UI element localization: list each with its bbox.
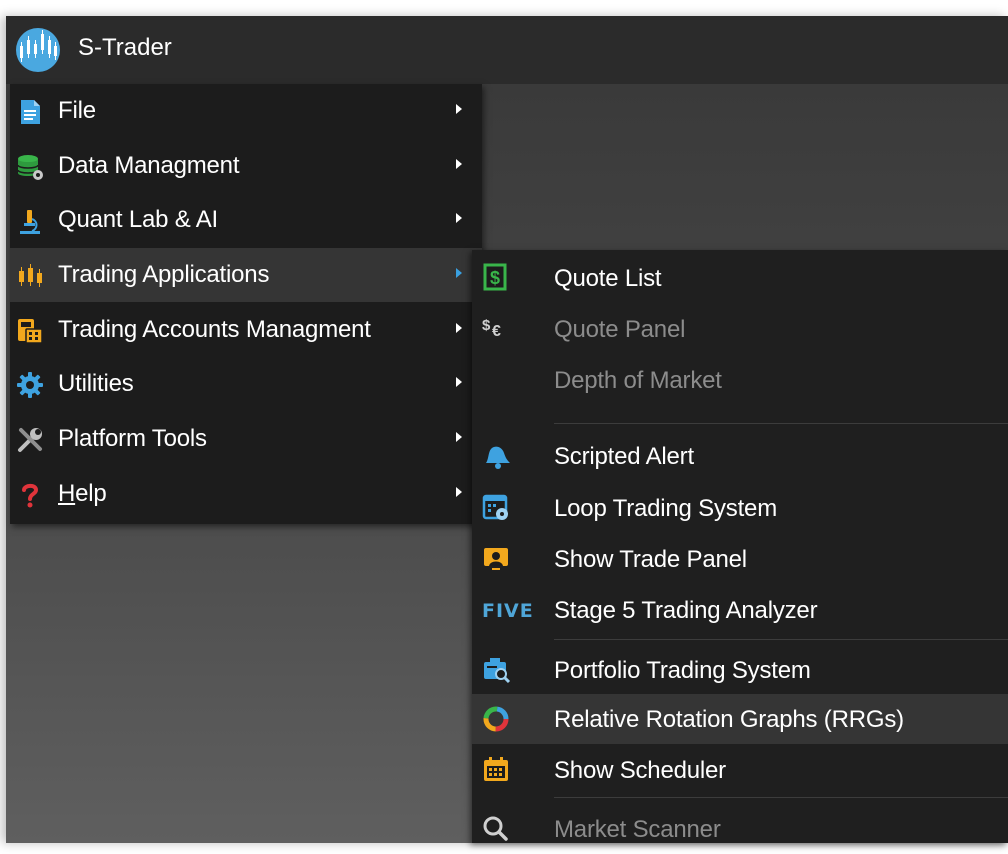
gear-icon	[17, 372, 43, 398]
submenu-item-label: Relative Rotation Graphs (RRGs)	[554, 706, 904, 733]
menu-item-label: Quant Lab & AI	[58, 206, 218, 233]
bell-icon	[486, 446, 510, 469]
s-trader-logo-icon	[16, 28, 60, 72]
submenu-arrow-icon	[456, 323, 462, 333]
menu-item-platform-tools[interactable]: Platform Tools	[10, 412, 482, 466]
app-title: S-Trader	[78, 34, 172, 61]
portfolio-search-icon	[484, 658, 511, 684]
submenu-arrow-icon	[456, 104, 462, 114]
submenu-arrow-icon	[456, 487, 462, 497]
title-bar: S-Trader	[6, 16, 1008, 84]
submenu-item-market-scanner[interactable]: Market Scanner	[472, 804, 1008, 854]
submenu-item-label: Scripted Alert	[554, 443, 694, 470]
menu-separator	[554, 639, 1008, 640]
candlestick-icon	[19, 264, 42, 287]
menu-item-file[interactable]: File	[10, 84, 482, 138]
calendar-gear-icon	[482, 494, 508, 520]
submenu-item-portfolio-trading-system[interactable]: Portfolio Trading System	[472, 645, 1008, 695]
svg-text:$: $	[482, 317, 491, 334]
menu-item-data-managment[interactable]: Data Managment	[10, 139, 482, 193]
submenu-item-show-trade-panel[interactable]: Show Trade Panel	[472, 534, 1008, 584]
submenu-item-stage-5-trading-analyzer[interactable]: FIVE Stage 5 Trading Analyzer	[472, 585, 1008, 635]
submenu-item-scripted-alert[interactable]: Scripted Alert	[472, 431, 1008, 481]
five-logo-icon: FIVE	[482, 595, 542, 625]
menu-separator	[554, 423, 1008, 424]
app-window: S-Trader File Data Managment Quant Lab &…	[6, 16, 1008, 843]
database-gear-icon	[17, 155, 43, 180]
menu-item-utilities[interactable]: Utilities	[10, 357, 482, 411]
submenu-item-show-scheduler[interactable]: Show Scheduler	[472, 745, 1008, 795]
submenu-item-label: Depth of Market	[554, 367, 722, 394]
rrg-ring-icon	[483, 706, 509, 732]
five-logo-text: FIVE	[482, 600, 534, 622]
menu-item-label: Utilities	[58, 370, 134, 397]
submenu-item-label: Market Scanner	[554, 816, 721, 843]
submenu-item-label: Show Scheduler	[554, 757, 726, 784]
help-label-rest: elp	[75, 480, 107, 507]
submenu-item-label: Stage 5 Trading Analyzer	[554, 597, 818, 624]
currency-icon: $ €	[482, 317, 501, 340]
submenu-item-quote-list[interactable]: $ Quote List	[472, 253, 1008, 303]
trading-applications-submenu: $ Quote List $ € Quote Panel Depth of Ma…	[472, 250, 1008, 843]
menu-item-label: Trading Applications	[58, 261, 270, 288]
search-icon	[483, 816, 508, 841]
microscope-icon	[20, 210, 40, 234]
menu-item-quant-lab[interactable]: Quant Lab & AI	[10, 193, 482, 247]
svg-text:$: $	[490, 268, 500, 288]
submenu-item-rrg[interactable]: Relative Rotation Graphs (RRGs)	[472, 694, 1008, 744]
menu-separator	[554, 797, 1008, 798]
menu-item-trading-accounts[interactable]: Trading Accounts Managment	[10, 303, 482, 357]
help-mnemonic: H	[58, 480, 76, 507]
dollar-note-icon: $	[483, 263, 507, 291]
menu-item-label: File	[58, 97, 96, 124]
question-icon	[22, 483, 39, 508]
submenu-arrow-icon	[456, 159, 462, 169]
submenu-item-quote-panel[interactable]: $ € Quote Panel	[472, 304, 1008, 354]
menu-item-label: Trading Accounts Managment	[58, 316, 371, 343]
submenu-arrow-icon	[456, 268, 462, 278]
submenu-item-label: Loop Trading System	[554, 495, 777, 522]
calendar-icon	[484, 757, 508, 781]
svg-text:€: €	[492, 323, 501, 340]
submenu-arrow-icon	[456, 432, 462, 442]
document-icon	[21, 100, 40, 124]
menu-item-label: Data Managment	[58, 152, 240, 179]
submenu-arrow-icon	[456, 213, 462, 223]
submenu-item-label: Portfolio Trading System	[554, 657, 811, 684]
submenu-item-label: Quote Panel	[554, 316, 686, 343]
submenu-item-label: Quote List	[554, 265, 662, 292]
submenu-arrow-icon	[456, 377, 462, 387]
menu-item-label: Platform Tools	[58, 425, 207, 452]
submenu-item-label: Show Trade Panel	[554, 546, 747, 573]
tools-icon	[18, 428, 42, 452]
submenu-item-depth-of-market[interactable]: Depth of Market	[472, 355, 1008, 405]
calculator-icon	[18, 319, 43, 344]
main-menu: File Data Managment Quant Lab & AI Tradi…	[10, 84, 482, 524]
menu-item-label: Help	[58, 480, 107, 508]
submenu-item-loop-trading-system[interactable]: Loop Trading System	[472, 483, 1008, 533]
trade-panel-icon	[484, 548, 508, 570]
menu-item-help[interactable]: Help	[10, 467, 482, 521]
menu-item-trading-applications[interactable]: Trading Applications	[10, 248, 482, 302]
